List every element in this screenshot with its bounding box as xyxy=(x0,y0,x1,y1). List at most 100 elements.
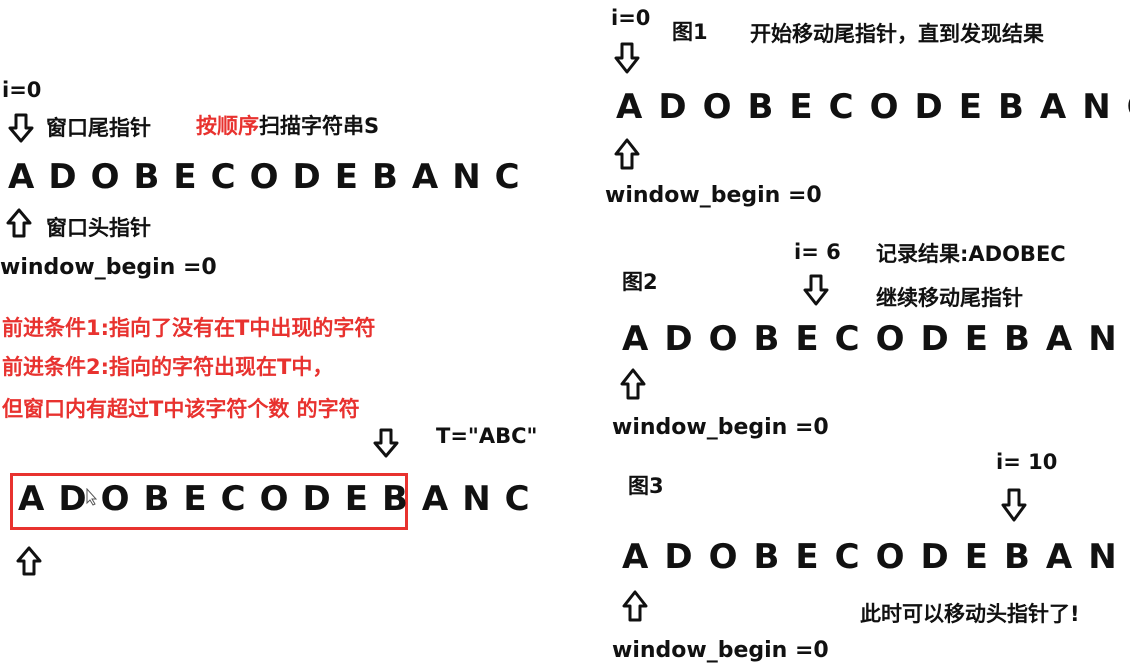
advance-condition-1: 前进条件1:指向了没有在T中出现的字符 xyxy=(2,316,376,340)
letter: A xyxy=(8,157,38,197)
letter: B xyxy=(753,319,783,359)
scan-instruction-red: 按顺序 xyxy=(196,114,259,138)
fig1-sequence: ADOBECODEBANC xyxy=(616,90,1130,124)
letter: D xyxy=(58,479,90,519)
fig2-i-label: i= 6 xyxy=(794,240,841,264)
letter: E xyxy=(183,479,210,519)
fig1-i-label: i=0 xyxy=(611,6,651,30)
fig3-note: 此时可以移动头指针了! xyxy=(860,602,1080,626)
letter: B xyxy=(753,537,783,577)
letter: A xyxy=(1045,537,1076,577)
letter: D xyxy=(48,157,80,197)
letter: N xyxy=(1088,537,1120,577)
fig3-i-label: i= 10 xyxy=(996,450,1058,474)
letter: E xyxy=(964,319,991,359)
up-arrow-icon xyxy=(622,590,648,622)
letter: B xyxy=(143,479,173,519)
fig1-note: 开始移动尾指针，直到发现结果 xyxy=(750,22,1044,46)
scan-instruction: 按顺序扫描字符串S xyxy=(196,110,379,140)
letter: A xyxy=(616,87,646,127)
letter: O xyxy=(708,319,741,359)
letter: E xyxy=(795,319,822,359)
letter: A xyxy=(421,479,452,519)
letter: B xyxy=(997,87,1027,127)
letter: B xyxy=(381,479,411,519)
letter: O xyxy=(90,157,123,197)
tail-pointer-label: 窗口尾指针 xyxy=(46,116,151,140)
down-arrow-icon xyxy=(1001,488,1027,522)
down-arrow-icon xyxy=(373,428,399,458)
letter: B xyxy=(1003,319,1033,359)
letter: B xyxy=(371,157,401,197)
letter: A xyxy=(18,479,48,519)
fig1-title: 图1 xyxy=(672,20,708,44)
letter: B xyxy=(747,87,777,127)
down-arrow-icon xyxy=(614,42,640,74)
letter: N xyxy=(452,157,484,197)
up-arrow-icon xyxy=(16,546,42,576)
fig2-note-2: 继续移动尾指针 xyxy=(876,286,1023,310)
letter: C xyxy=(834,537,863,577)
letter: O xyxy=(875,537,908,577)
letter: A xyxy=(411,157,442,197)
fig2-title: 图2 xyxy=(622,270,658,294)
letter: C xyxy=(494,157,523,197)
left-sequence-top: ADOBECODEBANC xyxy=(8,160,534,194)
letter: E xyxy=(964,537,991,577)
letter: C xyxy=(834,319,863,359)
letter: C xyxy=(210,157,239,197)
letter: C xyxy=(504,479,533,519)
letter: B xyxy=(1003,537,1033,577)
letter: A xyxy=(622,319,652,359)
down-arrow-icon xyxy=(8,113,34,143)
fig3-sequence: ADOBECODEBANC xyxy=(622,540,1130,574)
letter: E xyxy=(334,157,361,197)
letter: C xyxy=(828,87,857,127)
left-window-begin: window_begin =0 xyxy=(0,255,217,280)
target-string-label: T="ABC" xyxy=(436,424,538,448)
fig2-sequence: ADOBECODEBANC xyxy=(622,322,1130,356)
letter: D xyxy=(658,87,690,127)
letter: O xyxy=(702,87,735,127)
letter: E xyxy=(958,87,985,127)
advance-condition-3: 但窗口内有超过T中该字符个数 的字符 xyxy=(2,397,360,421)
letter: D xyxy=(664,319,696,359)
head-pointer-label: 窗口头指针 xyxy=(46,216,151,240)
letter: A xyxy=(1039,87,1070,127)
fig3-title: 图3 xyxy=(628,474,664,498)
letter: D xyxy=(920,537,952,577)
letter: O xyxy=(875,319,908,359)
fig2-window-begin: window_begin =0 xyxy=(612,415,829,440)
letter: O xyxy=(259,479,292,519)
up-arrow-icon xyxy=(620,368,646,400)
letter: D xyxy=(302,479,334,519)
down-arrow-icon xyxy=(803,274,829,306)
letter: N xyxy=(462,479,494,519)
letter: E xyxy=(344,479,371,519)
up-arrow-icon xyxy=(614,138,640,170)
letter: N xyxy=(1082,87,1114,127)
letter: D xyxy=(292,157,324,197)
letter: O xyxy=(100,479,133,519)
fig3-window-begin: window_begin =0 xyxy=(612,638,829,663)
letter: A xyxy=(1045,319,1076,359)
letter: D xyxy=(920,319,952,359)
letter: D xyxy=(914,87,946,127)
up-arrow-icon xyxy=(6,208,32,238)
letter: A xyxy=(622,537,652,577)
left-i-label: i=0 xyxy=(2,78,42,102)
scan-instruction-rest: 扫描字符串S xyxy=(259,114,380,138)
letter: O xyxy=(708,537,741,577)
fig1-window-begin: window_begin =0 xyxy=(605,183,822,208)
letter: E xyxy=(173,157,200,197)
letter: C xyxy=(220,479,249,519)
letter: E xyxy=(789,87,816,127)
fig2-note-1: 记录结果:ADOBEC xyxy=(876,242,1066,266)
letter: B xyxy=(133,157,163,197)
letter: O xyxy=(869,87,902,127)
mouse-cursor-icon xyxy=(86,488,98,506)
letter: O xyxy=(249,157,282,197)
letter: D xyxy=(664,537,696,577)
letter: E xyxy=(795,537,822,577)
letter: N xyxy=(1088,319,1120,359)
